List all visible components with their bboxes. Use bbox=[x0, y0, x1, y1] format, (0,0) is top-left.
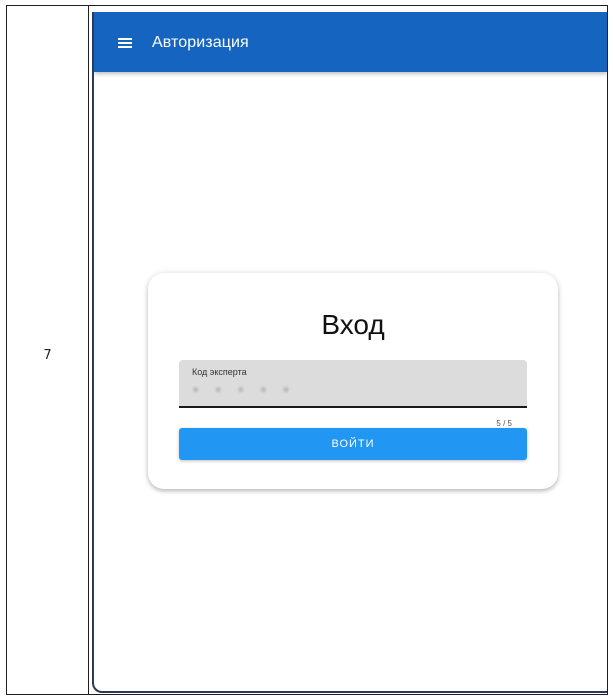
login-button[interactable]: ВОЙТИ bbox=[179, 428, 527, 460]
login-title: Вход bbox=[321, 309, 385, 340]
login-card: Вход Код эксперта ● ● ● ● ● 5 / 5 ВОЙТИ bbox=[148, 273, 558, 489]
app-screenshot-frame: Авторизация Вход Код эксперта ● ● ● ● ● … bbox=[92, 12, 607, 693]
character-counter: 5 / 5 bbox=[496, 419, 512, 428]
app-bar: Авторизация bbox=[94, 12, 607, 72]
expert-code-label: Код эксперта bbox=[192, 367, 247, 377]
app-bar-title: Авторизация bbox=[152, 34, 249, 51]
expert-code-input[interactable]: Код эксперта ● ● ● ● ● bbox=[179, 360, 527, 408]
expert-code-value: ● ● ● ● ● bbox=[192, 382, 296, 396]
hamburger-menu-icon[interactable] bbox=[118, 38, 132, 48]
table-column-divider bbox=[88, 6, 89, 694]
row-number-cell: 7 bbox=[43, 348, 52, 363]
